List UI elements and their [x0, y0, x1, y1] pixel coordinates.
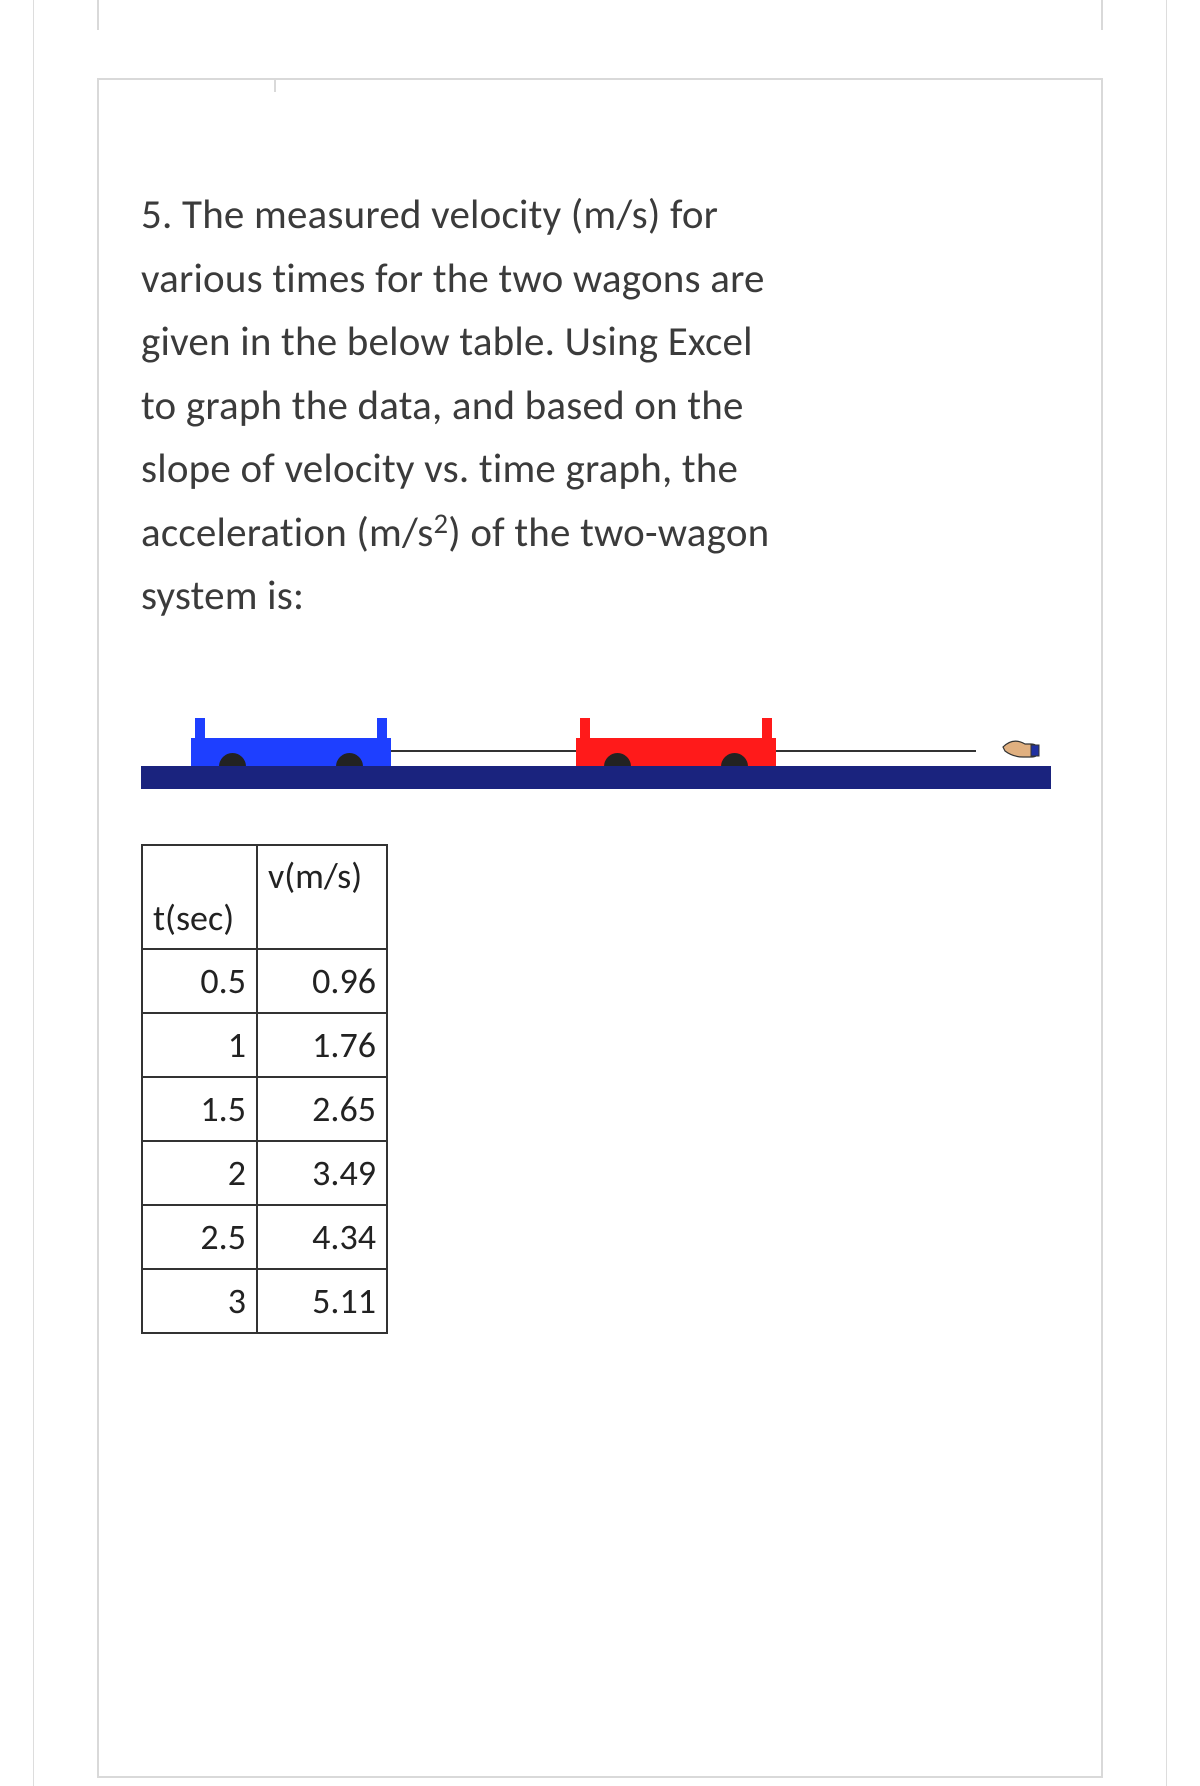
- q-line-6a: acceleration (m/s: [141, 508, 433, 558]
- cell-t: 0.5: [142, 949, 257, 1013]
- cell-v: 0.96: [257, 949, 387, 1013]
- table-row: 0.5 0.96: [142, 949, 387, 1013]
- blue-wagon: [191, 738, 391, 766]
- table-row: 2.5 4.34: [142, 1205, 387, 1269]
- q-line-6b: ) of the two-wagon: [448, 508, 769, 558]
- table-row: 1.5 2.65: [142, 1077, 387, 1141]
- table-header-t: t(sec): [142, 845, 257, 949]
- blue-wagon-handle-right: [377, 718, 387, 738]
- table-header-v: v(m/s): [257, 845, 387, 949]
- cell-t: 2: [142, 1141, 257, 1205]
- table-row: 2 3.49: [142, 1141, 387, 1205]
- red-wagon-handle-right: [762, 718, 772, 738]
- question-card: 5. The measured velocity (m/s) for vario…: [97, 78, 1103, 1778]
- exponent-2: 2: [433, 506, 448, 541]
- cell-v: 3.49: [257, 1141, 387, 1205]
- cell-v: 2.65: [257, 1077, 387, 1141]
- q-line-2: various times for the two wagons are: [141, 254, 765, 304]
- red-wagon: [576, 738, 776, 766]
- red-wagon-handle-left: [580, 718, 590, 738]
- table-row: 1 1.76: [142, 1013, 387, 1077]
- cell-v: 1.76: [257, 1013, 387, 1077]
- cell-v: 4.34: [257, 1205, 387, 1269]
- cell-t: 3: [142, 1269, 257, 1333]
- wagon-illustration: [141, 679, 1051, 789]
- track: [141, 766, 1051, 789]
- question-text: 5. The measured velocity (m/s) for vario…: [141, 184, 1059, 629]
- q-line-4: to graph the data, and based on the: [141, 381, 744, 431]
- velocity-table: t(sec) v(m/s) 0.5 0.96 1 1.76 1.5 2.65 2…: [141, 844, 388, 1334]
- question-number: 5.: [141, 190, 173, 240]
- connector-line: [776, 750, 976, 752]
- q-line-3: given in the below table. Using Excel: [141, 317, 753, 367]
- cell-v: 5.11: [257, 1269, 387, 1333]
- blue-wagon-handle-left: [195, 718, 205, 738]
- card-top-border-segment: [97, 0, 1103, 10]
- table-row: 3 5.11: [142, 1269, 387, 1333]
- q-line-7: system is:: [141, 571, 304, 621]
- q-line-5: slope of velocity vs. time graph, the: [141, 444, 738, 494]
- q-line-1: The measured velocity (m/s) for: [182, 190, 718, 240]
- hand-icon: [1001, 733, 1041, 761]
- cell-t: 1.5: [142, 1077, 257, 1141]
- connector-line: [391, 750, 576, 752]
- top-tick-mark: [274, 78, 276, 92]
- cell-t: 1: [142, 1013, 257, 1077]
- cell-t: 2.5: [142, 1205, 257, 1269]
